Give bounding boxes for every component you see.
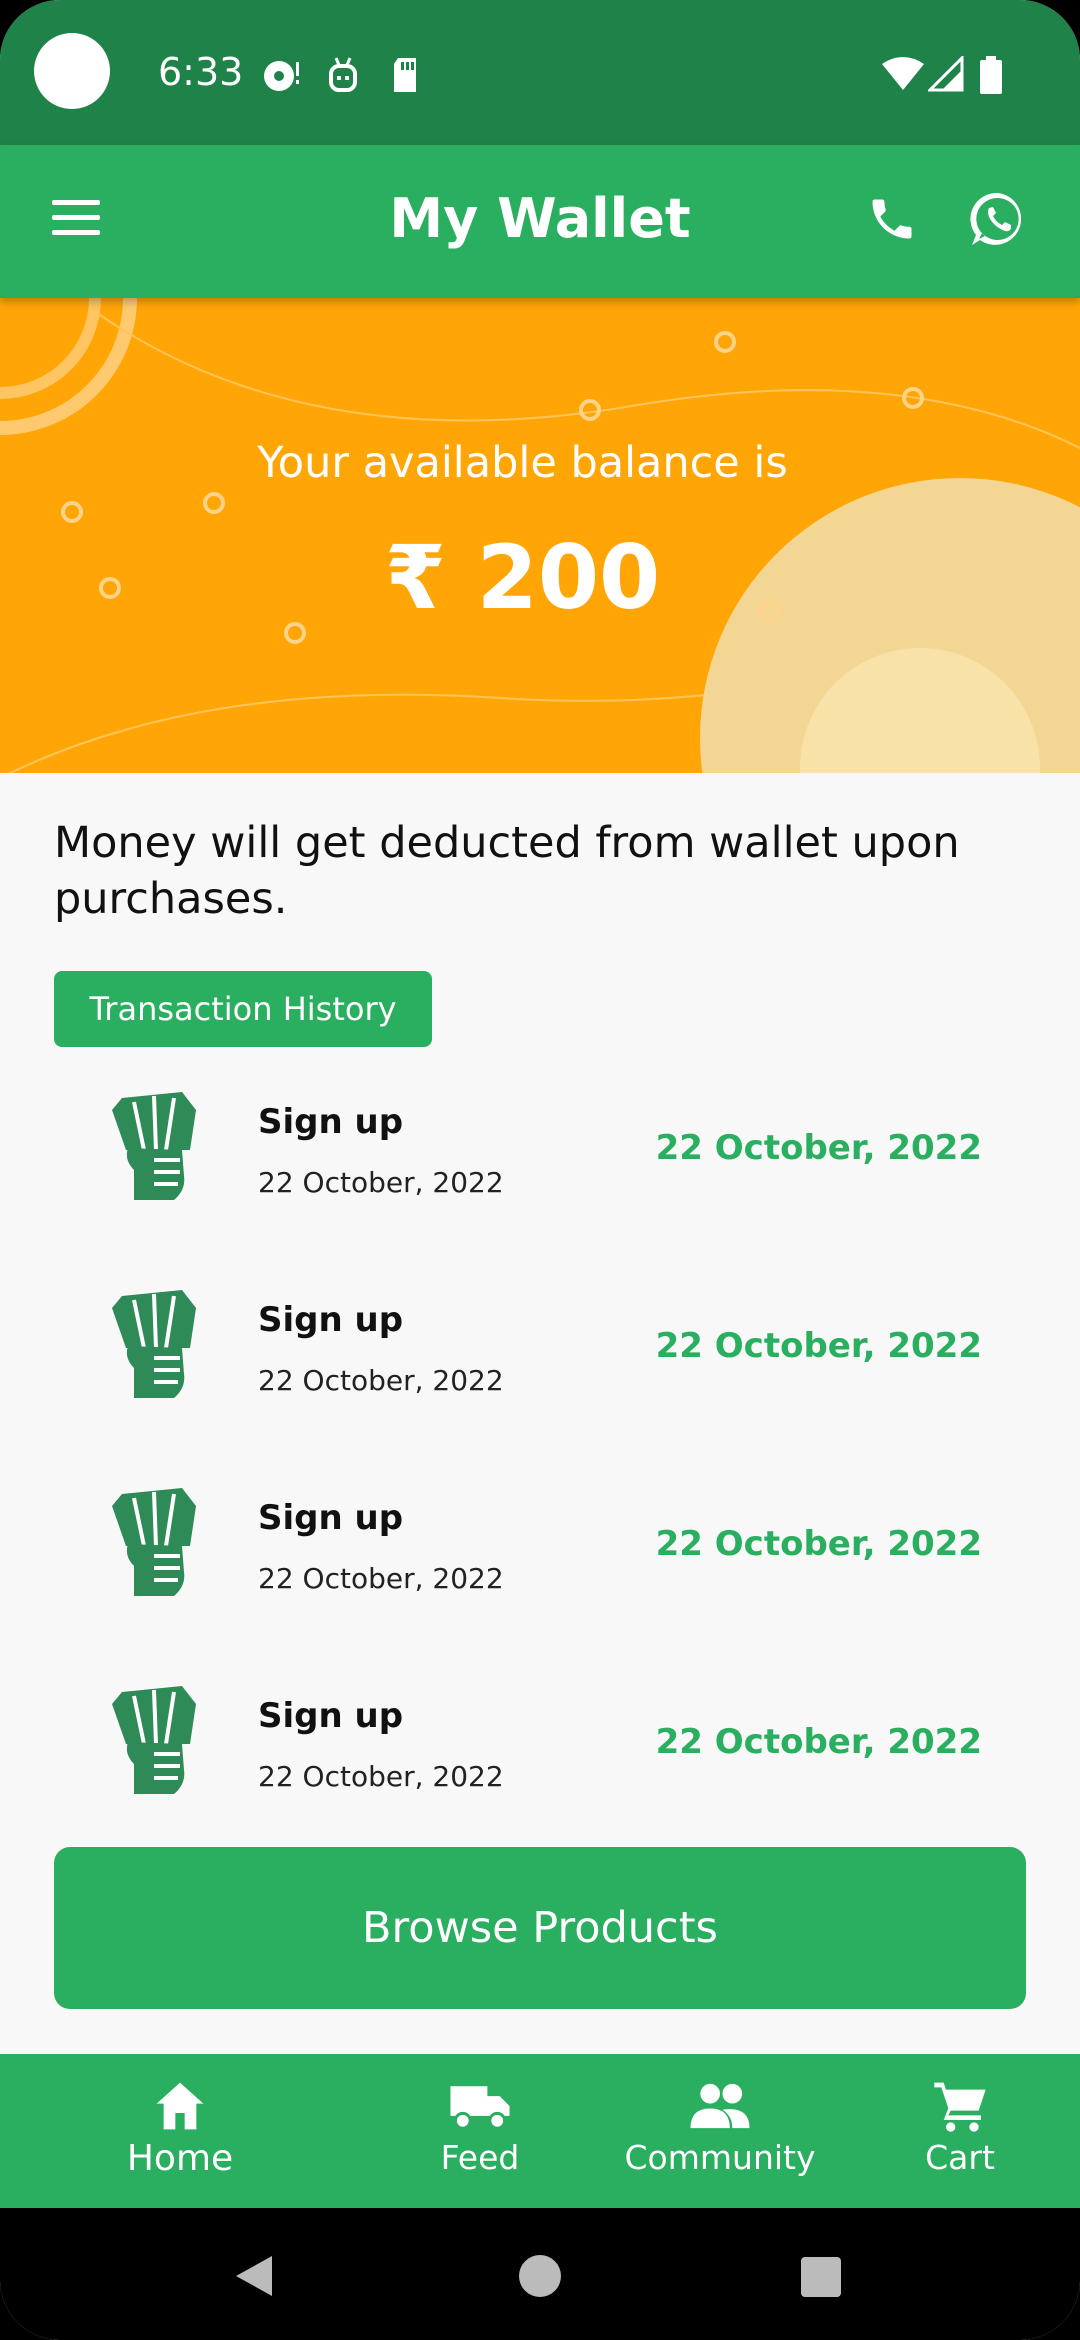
balance-amount: ₹ 200 [384, 526, 661, 629]
bottom-nav: Home Feed Community Cart [0, 2054, 1080, 2208]
whatsapp-icon[interactable] [968, 189, 1028, 249]
transaction-row[interactable]: Sign up 22 October, 2022 22 October, 202… [0, 1684, 1080, 1834]
transaction-right-date: 22 October, 2022 [655, 1326, 982, 1366]
home-icon [156, 2082, 204, 2130]
money-hand-icon [112, 1488, 196, 1596]
money-hand-icon [112, 1686, 196, 1794]
system-nav-bar [0, 2208, 1080, 2340]
transaction-right-date: 22 October, 2022 [655, 1524, 982, 1564]
money-hand-icon [112, 1092, 196, 1200]
status-bar: 6:33 [0, 0, 1080, 145]
wifi-icon [882, 57, 924, 90]
truck-icon [450, 2086, 510, 2130]
nav-home[interactable]: Home [80, 2054, 280, 2208]
transaction-row[interactable]: Sign up 22 October, 2022 22 October, 202… [0, 1486, 1080, 1636]
transaction-date: 22 October, 2022 [258, 1364, 504, 1397]
sd-card-icon [394, 58, 416, 92]
cart-icon [934, 2082, 986, 2132]
nav-label: Cart [925, 2138, 995, 2177]
browse-products-button[interactable]: Browse Products [54, 1847, 1026, 2009]
home-system-icon[interactable] [518, 2254, 562, 2298]
money-hand-icon [112, 1290, 196, 1398]
transaction-title: Sign up [258, 1300, 404, 1340]
transaction-title: Sign up [258, 1696, 404, 1736]
transaction-date: 22 October, 2022 [258, 1562, 504, 1595]
transaction-title: Sign up [258, 1498, 404, 1538]
transaction-row[interactable]: Sign up 22 October, 2022 22 October, 202… [0, 1288, 1080, 1438]
wallet-note: Money will get deducted from wallet upon… [54, 818, 960, 924]
transaction-right-date: 22 October, 2022 [655, 1722, 982, 1762]
balance-label: Your available balance is [257, 438, 788, 488]
status-time: 6:33 [158, 50, 244, 94]
people-icon [690, 2083, 750, 2129]
android-icon [329, 57, 357, 92]
balance-banner: Your available balance is ₹ 200 [0, 298, 1080, 773]
page-title: My Wallet [389, 187, 691, 250]
battery-icon [980, 56, 1002, 94]
transaction-right-date: 22 October, 2022 [655, 1128, 982, 1168]
nav-cart[interactable]: Cart [880, 2054, 1040, 2208]
transaction-title: Sign up [258, 1102, 404, 1142]
nav-label: Feed [440, 2138, 520, 2177]
signal-icon [928, 56, 964, 92]
nav-community[interactable]: Community [610, 2054, 830, 2208]
back-icon[interactable] [232, 2254, 276, 2298]
transaction-history-button[interactable]: Transaction History [54, 971, 432, 1047]
transaction-date: 22 October, 2022 [258, 1760, 504, 1793]
app-bar: My Wallet [0, 145, 1080, 298]
camera-cutout [34, 33, 110, 109]
nav-label: Community [624, 2138, 816, 2177]
record-icon [264, 61, 299, 91]
phone-icon[interactable] [866, 193, 918, 245]
nav-feed[interactable]: Feed [380, 2054, 580, 2208]
phone-screen: 6:33 My Wallet Your available balance is… [0, 0, 1080, 2340]
nav-label: Home [126, 2138, 234, 2179]
transaction-row[interactable]: Sign up 22 October, 2022 22 October, 202… [0, 1090, 1080, 1240]
transaction-date: 22 October, 2022 [258, 1166, 504, 1199]
recents-icon[interactable] [800, 2256, 842, 2298]
